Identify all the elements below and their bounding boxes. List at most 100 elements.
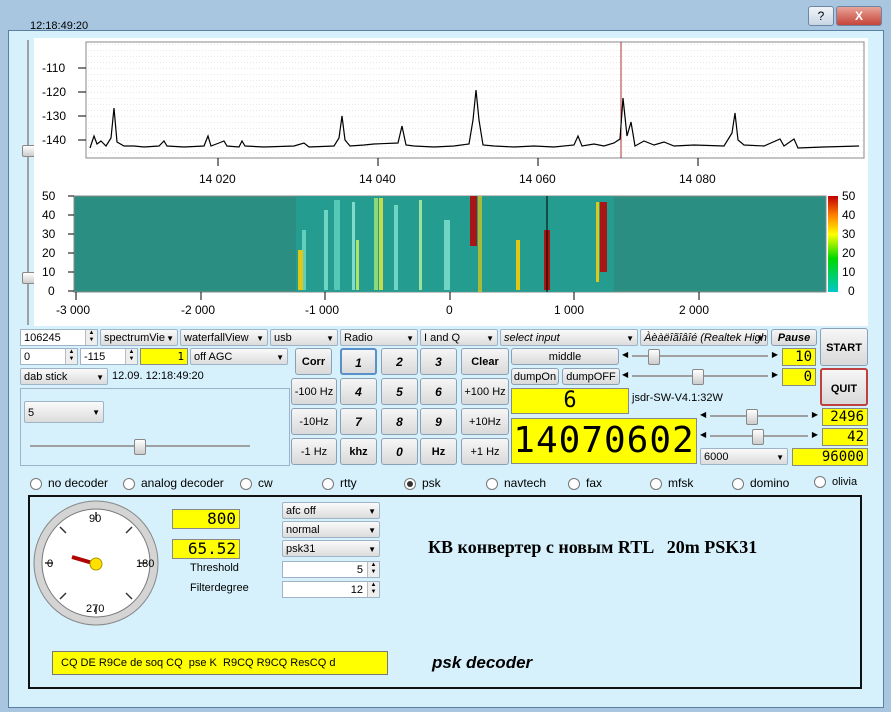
start-button[interactable]: START — [820, 328, 868, 366]
upper-slider-1[interactable]: ◀ ▶ — [622, 348, 778, 365]
decoder-radio-rtty[interactable]: rtty — [322, 476, 357, 490]
decoder-radio-cw[interactable]: cw — [240, 476, 273, 490]
spectrum-view-select[interactable]: spectrumVie ▼ — [100, 329, 178, 346]
minus-10hz-button[interactable]: -10Hz — [291, 408, 337, 435]
spin-arrows-icon[interactable]: ▲ ▼ — [125, 349, 137, 364]
decoder-radio-analog[interactable]: analog decoder — [123, 476, 224, 490]
radio-dot[interactable] — [568, 477, 580, 490]
gain-spinbox[interactable]: 0 ▲ ▼ — [20, 348, 78, 365]
quit-button[interactable]: QUIT — [820, 368, 868, 406]
plus-10hz-button[interactable]: +10Hz — [461, 408, 509, 435]
input-select[interactable]: select input ▼ — [500, 329, 638, 346]
radio-select[interactable]: Radio ▼ — [340, 329, 418, 346]
spectrum-x-tick-3: 14 060 — [519, 172, 556, 186]
psk-decoder-label: psk decoder — [432, 653, 533, 672]
decoder-radio-none[interactable]: no decoder — [30, 476, 108, 490]
decoder-radio-olivia[interactable]: olivia — [814, 476, 857, 490]
slider-handle[interactable] — [692, 369, 704, 385]
left-arrow-icon[interactable]: ◀ — [700, 410, 706, 419]
radio-dot[interactable] — [486, 477, 498, 490]
right-arrow-icon[interactable]: ▶ — [772, 350, 778, 359]
left-arrow-icon[interactable]: ◀ — [700, 430, 706, 439]
lcd-2496: 2496 — [822, 408, 868, 426]
right-arrow-icon[interactable]: ▶ — [772, 370, 778, 379]
datetime-label: 12.09. 12:18:49:20 — [112, 370, 204, 382]
corr-button[interactable]: Corr — [295, 348, 332, 375]
decoder-radio-psk[interactable]: psk — [404, 476, 441, 490]
decoder-radio-navtech[interactable]: navtech — [486, 476, 546, 490]
plus-1hz-button[interactable]: +1 Hz — [461, 438, 509, 465]
radio-dot-selected[interactable] — [404, 477, 416, 490]
radio-dot[interactable] — [732, 477, 744, 490]
right-arrow-icon[interactable]: ▶ — [812, 410, 818, 419]
key-9-button[interactable]: 9 — [420, 408, 457, 435]
hz-button[interactable]: Hz — [420, 438, 457, 465]
frequency-spinbox[interactable]: 106245 ▲ ▼ — [20, 329, 98, 346]
left-arrow-icon[interactable]: ◀ — [622, 370, 628, 379]
key-4-button[interactable]: 4 — [340, 378, 377, 405]
decoder-radio-domino[interactable]: domino — [732, 476, 789, 490]
level-spinbox[interactable]: -115 ▲ ▼ — [80, 348, 138, 365]
radio-dot[interactable] — [240, 477, 252, 490]
audio-device-select[interactable]: Àèàëîãîâîé (Realtek High ▼ — [640, 329, 768, 346]
pause-button[interactable]: Pause — [771, 329, 817, 346]
wf-scale-tick-30: 30 — [842, 227, 856, 241]
radio-dot[interactable] — [322, 477, 334, 490]
help-button[interactable]: ? — [808, 6, 834, 26]
left-combo-select[interactable]: 5 ▼ — [24, 401, 104, 423]
key-8-button[interactable]: 8 — [381, 408, 418, 435]
key-6-button[interactable]: 6 — [420, 378, 457, 405]
psk-rate-select[interactable]: psk31 ▼ — [282, 540, 380, 557]
close-button[interactable]: X — [836, 6, 882, 26]
filterdegree-spinbox[interactable]: 12 ▲ ▼ — [282, 581, 380, 598]
dump-off-button[interactable]: dumpOFF — [562, 368, 620, 385]
key-0-button[interactable]: 0 — [381, 438, 418, 465]
lower-slider-1[interactable]: ◀ ▶ — [700, 408, 818, 425]
slider-handle[interactable] — [134, 439, 146, 455]
key-7-button[interactable]: 7 — [340, 408, 377, 435]
mode-select[interactable]: usb ▼ — [270, 329, 338, 346]
iq-select[interactable]: I and Q ▼ — [420, 329, 498, 346]
left-arrow-icon[interactable]: ◀ — [622, 350, 628, 359]
radio-dot[interactable] — [123, 477, 135, 490]
minus-100hz-button[interactable]: -100 Hz — [291, 378, 337, 405]
spin-arrows-icon[interactable]: ▲ ▼ — [85, 330, 97, 345]
plus-100hz-button[interactable]: +100 Hz — [461, 378, 509, 405]
left-slider[interactable] — [30, 438, 250, 455]
spin-arrows-icon[interactable]: ▲ ▼ — [65, 349, 77, 364]
right-arrow-icon[interactable]: ▶ — [812, 430, 818, 439]
spectrum-x-tick-2: 14 040 — [359, 172, 396, 186]
wf-y-tick-30: 30 — [42, 227, 56, 241]
slider-handle[interactable] — [648, 349, 660, 365]
agc-select[interactable]: off AGC ▼ — [190, 348, 288, 365]
lower-slider-2[interactable]: ◀ ▶ — [700, 428, 818, 445]
upper-slider-2[interactable]: ◀ ▶ — [622, 368, 778, 385]
khz-button[interactable]: khz — [340, 438, 377, 465]
threshold-spinbox[interactable]: 5 ▲ ▼ — [282, 561, 380, 578]
key-1-button[interactable]: 1 — [340, 348, 377, 375]
psk-mode-select[interactable]: normal ▼ — [282, 521, 380, 538]
minus-1hz-button[interactable]: -1 Hz — [291, 438, 337, 465]
key-5-button[interactable]: 5 — [381, 378, 418, 405]
slider-handle[interactable] — [746, 409, 758, 425]
device-type-select[interactable]: dab stick ▼ — [20, 368, 108, 385]
key-3-button[interactable]: 3 — [420, 348, 457, 375]
waterfall-view-select[interactable]: waterfallView ▼ — [180, 329, 268, 346]
wf-scale-tick-10: 10 — [842, 265, 856, 279]
spin-arrows-icon[interactable]: ▲ ▼ — [367, 582, 379, 597]
chevron-down-icon: ▼ — [256, 334, 264, 343]
clear-button[interactable]: Clear — [461, 348, 509, 375]
wf-scale-tick-40: 40 — [842, 208, 856, 222]
middle-button[interactable]: middle — [511, 348, 619, 365]
radio-dot[interactable] — [650, 477, 662, 490]
afc-select[interactable]: afc off ▼ — [282, 502, 380, 519]
decoder-radio-mfsk[interactable]: mfsk — [650, 476, 693, 490]
spin-arrows-icon[interactable]: ▲ ▼ — [367, 562, 379, 577]
slider-handle[interactable] — [752, 429, 764, 445]
radio-dot[interactable] — [30, 477, 42, 490]
dump-on-button[interactable]: dumpOn — [511, 368, 559, 385]
key-2-button[interactable]: 2 — [381, 348, 418, 375]
radio-dot[interactable] — [814, 476, 826, 489]
bandwidth-select[interactable]: 6000 ▼ — [700, 448, 788, 465]
decoder-radio-fax[interactable]: fax — [568, 476, 602, 490]
